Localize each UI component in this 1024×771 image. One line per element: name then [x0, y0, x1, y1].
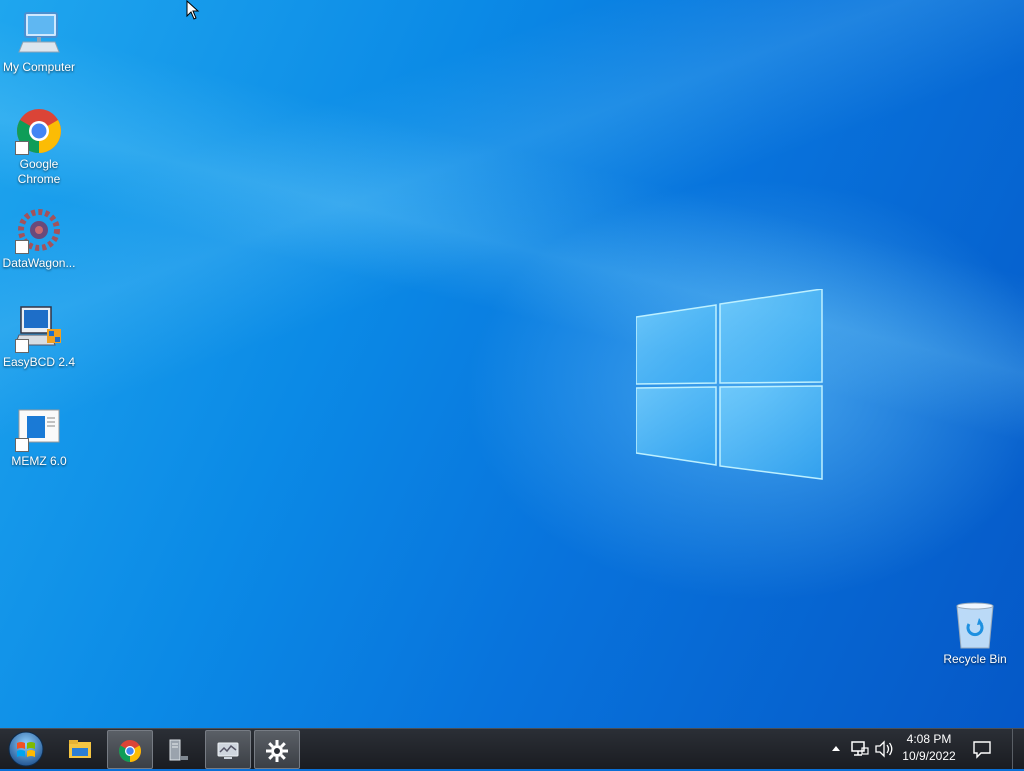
- desktop-icon-label: Recycle Bin: [943, 652, 1007, 666]
- shortcut-arrow-icon: [15, 339, 29, 353]
- desktop-icon-label: EasyBCD 2.4: [2, 355, 76, 369]
- light-beam: [0, 0, 1024, 728]
- taskbar-settings-button[interactable]: [254, 730, 300, 769]
- recycle-bin-icon: [951, 602, 999, 650]
- desktop-icon-my-computer[interactable]: My Computer: [0, 10, 78, 75]
- volume-icon[interactable]: [874, 740, 894, 758]
- monitor-icon: [217, 742, 239, 759]
- taskbar-server-button[interactable]: [156, 730, 200, 767]
- taskbar-chrome-button[interactable]: [107, 730, 153, 769]
- datawagon-icon: [15, 206, 63, 254]
- desktop-icon-label: My Computer: [2, 60, 76, 74]
- shortcut-arrow-icon: [15, 240, 29, 254]
- taskbar-monitor-button[interactable]: [205, 730, 251, 769]
- desktop-icon-datawagon[interactable]: DataWagon...: [0, 206, 78, 271]
- computer-icon: [15, 10, 63, 58]
- desktop-icon-memz[interactable]: MEMZ 6.0: [0, 404, 78, 469]
- desktop: My Computer Google Chrome DataWagon... E…: [0, 0, 1024, 728]
- desktop-icon-easybcd[interactable]: EasyBCD 2.4: [0, 305, 78, 370]
- network-icon[interactable]: [850, 740, 870, 758]
- chrome-icon: [15, 107, 63, 155]
- file-explorer-icon: [69, 740, 91, 758]
- desktop-icon-google-chrome[interactable]: Google Chrome: [0, 107, 78, 187]
- action-center-icon[interactable]: [972, 739, 992, 759]
- taskbar-file-explorer-button[interactable]: [58, 730, 102, 767]
- clock-date: 10/9/2022: [902, 749, 956, 763]
- shortcut-arrow-icon: [15, 438, 29, 452]
- taskbar-clock[interactable]: 4:08 PM 10/9/2022: [896, 731, 962, 765]
- show-hidden-icon[interactable]: [830, 743, 842, 755]
- taskbar: 4:08 PM 10/9/2022: [0, 728, 1024, 769]
- desktop-icon-label: Google Chrome: [17, 157, 61, 186]
- memz-icon: [15, 404, 63, 452]
- clock-time: 4:08 PM: [906, 732, 952, 746]
- show-desktop-button[interactable]: [1012, 729, 1024, 769]
- easybcd-icon: [14, 305, 63, 353]
- windows-orb-icon: [8, 731, 44, 767]
- light-beam: [0, 0, 1024, 728]
- mouse-cursor-icon: [186, 0, 200, 20]
- windows-logo-wallpaper: [636, 289, 823, 480]
- desktop-icon-label: DataWagon...: [2, 256, 76, 270]
- chrome-icon: [119, 740, 141, 762]
- server-icon: [169, 739, 188, 761]
- start-button[interactable]: [4, 731, 48, 767]
- shortcut-arrow-icon: [15, 141, 29, 155]
- desktop-icon-recycle-bin[interactable]: Recycle Bin: [936, 602, 1014, 667]
- desktop-icon-label: MEMZ 6.0: [11, 454, 67, 468]
- settings-gear-icon: [266, 740, 288, 762]
